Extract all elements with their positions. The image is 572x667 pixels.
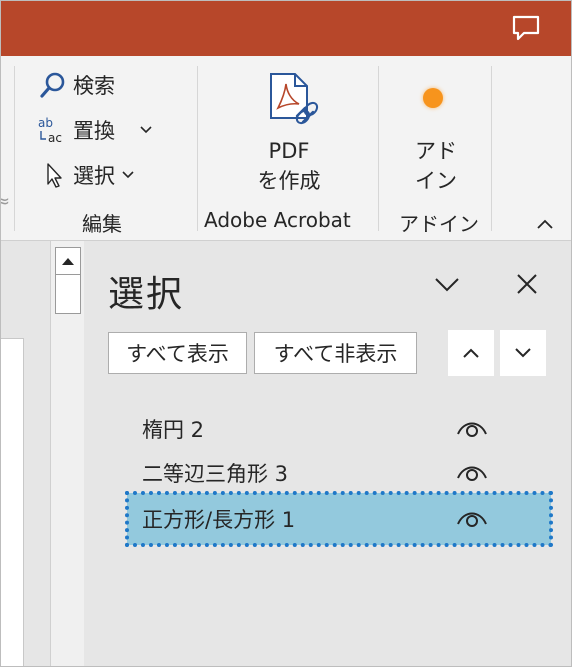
title-bar	[1, 1, 571, 56]
ribbon: ≈ 検索 ab ac 置換	[1, 56, 571, 241]
visibility-eye-icon[interactable]	[456, 506, 488, 535]
addins-label: アド イン	[399, 136, 473, 196]
create-pdf-label-line2: を作成	[257, 169, 321, 193]
search-icon	[37, 69, 69, 101]
acrobat-group-label: Adobe Acrobat	[204, 208, 351, 232]
chevron-down-icon	[513, 346, 533, 360]
create-pdf-icon	[267, 72, 321, 138]
group-separator	[491, 66, 492, 231]
send-backward-button[interactable]	[500, 330, 546, 376]
addins-label-line2: イン	[415, 169, 457, 193]
comments-icon[interactable]	[509, 11, 543, 45]
scroll-up-button[interactable]	[55, 247, 81, 275]
slide-edge	[1, 338, 24, 666]
selection-item-label: 楕円 2	[142, 418, 205, 442]
replace-icon: ab ac	[37, 114, 69, 146]
replace-button[interactable]: ab ac 置換	[37, 114, 153, 146]
group-separator	[197, 66, 198, 231]
bring-forward-button[interactable]	[448, 330, 494, 376]
selection-item-rectangle[interactable]: 正方形/長方形 1	[125, 491, 553, 547]
svg-text:ab: ab	[38, 116, 53, 130]
close-icon	[515, 272, 539, 296]
select-label: 選択	[73, 164, 115, 188]
slide-canvas-area	[1, 241, 50, 666]
close-pane-button[interactable]	[510, 267, 544, 301]
vertical-scrollbar[interactable]	[50, 241, 85, 666]
scroll-thumb[interactable]	[55, 274, 81, 314]
selection-item-triangle[interactable]: 二等辺三角形 3	[127, 451, 547, 495]
chevron-up-icon	[461, 346, 481, 360]
find-button[interactable]: 検索	[37, 69, 115, 101]
svg-text:ac: ac	[48, 131, 62, 145]
chevron-down-icon	[139, 125, 153, 135]
addins-icon	[423, 88, 443, 108]
selection-item-ellipse[interactable]: 楕円 2	[127, 407, 547, 451]
group-separator	[378, 66, 379, 231]
selection-item-label: 二等辺三角形 3	[142, 462, 289, 486]
collapse-ribbon-button[interactable]	[533, 214, 557, 234]
visibility-eye-icon[interactable]	[456, 460, 488, 489]
chevron-down-icon	[433, 275, 461, 293]
cursor-icon	[37, 159, 69, 191]
chevron-up-icon	[536, 218, 554, 230]
editing-group-label: 編集	[82, 212, 122, 236]
selection-item-label: 正方形/長方形 1	[142, 508, 296, 532]
show-all-button[interactable]: すべて表示	[108, 332, 247, 374]
pane-options-button[interactable]	[430, 269, 464, 299]
select-button[interactable]: 選択	[37, 159, 135, 191]
ribbon-dialog-launcher[interactable]: ≈	[1, 191, 10, 212]
chevron-down-icon	[121, 170, 135, 180]
replace-label: 置換	[73, 119, 115, 143]
app-window: ≈ 検索 ab ac 置換	[0, 0, 572, 667]
visibility-eye-icon[interactable]	[456, 416, 488, 445]
create-pdf-label: PDF を作成	[247, 136, 331, 196]
find-label: 検索	[73, 74, 115, 98]
group-separator	[14, 66, 15, 231]
create-pdf-label-line1: PDF	[268, 139, 310, 163]
addins-group-label: アドイン	[399, 212, 479, 236]
hide-all-button[interactable]: すべて非表示	[254, 332, 417, 374]
selection-pane: 選択 すべて表示 すべて非表示 楕円 2 二等辺三角形 3 正方形/長方形 1	[84, 241, 571, 666]
pane-title: 選択	[108, 274, 185, 315]
addins-label-line1: アド	[415, 139, 457, 163]
